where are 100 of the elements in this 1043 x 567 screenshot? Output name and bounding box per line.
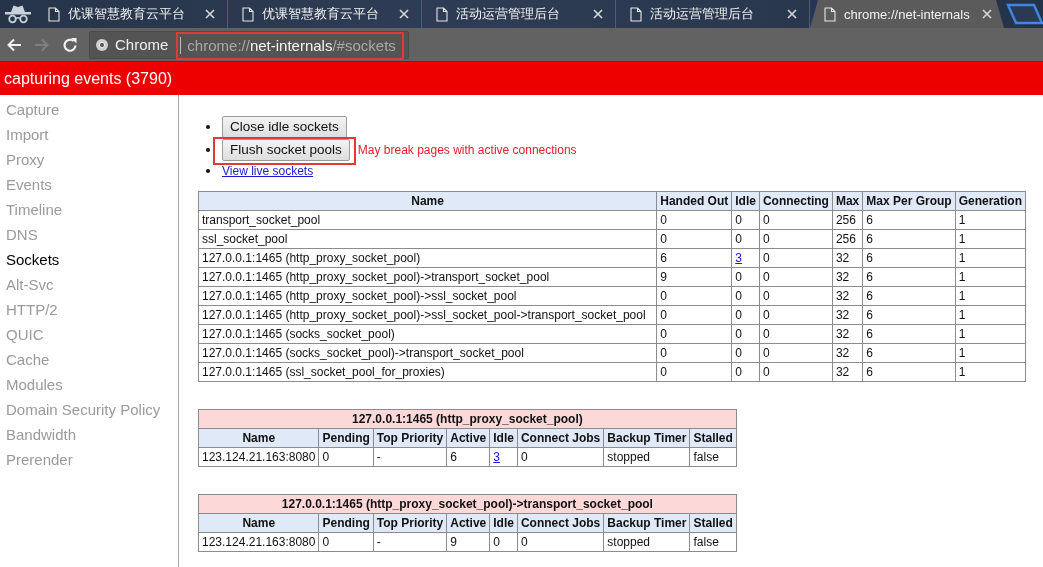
table-cell: transport_socket_pool	[198, 210, 657, 230]
table-cell: 0	[731, 286, 760, 306]
column-header: Name	[198, 513, 319, 533]
table-cell: 0	[759, 324, 833, 344]
view-link[interactable]: View live sockets	[222, 164, 314, 178]
table-cell: 0	[656, 343, 732, 363]
sidebar-item[interactable]: Timeline	[0, 197, 178, 222]
table-cell: 127.0.0.1:1465 (http_proxy_socket_pool)->transport_socket_pool	[198, 267, 657, 287]
table-cell: 6	[446, 447, 490, 467]
table-cell: 0	[731, 324, 760, 344]
column-header: Name	[198, 191, 657, 211]
table-cell: 9	[446, 532, 490, 552]
address-bar[interactable]: Chrome chrome://net-internals/#sockets	[89, 30, 409, 59]
table-cell: 1	[955, 248, 1026, 268]
action-button[interactable]: Flush socket pools	[222, 138, 350, 161]
table-cell: 0	[318, 532, 374, 552]
sidebar-item[interactable]: QUIC	[0, 322, 178, 347]
action-button[interactable]: Close idle sockets	[222, 115, 347, 138]
table-cell: 1	[955, 362, 1026, 382]
table-cell: 9	[656, 267, 732, 287]
table-cell: -	[373, 447, 447, 467]
table-cell: 6	[862, 343, 956, 363]
table-cell: 1	[955, 305, 1026, 325]
table-cell: 1	[955, 229, 1026, 249]
sidebar-item[interactable]: Import	[0, 122, 178, 147]
sidebar-item[interactable]: Alt-Svc	[0, 272, 178, 297]
table-cell: 127.0.0.1:1465 (socks_socket_pool)->transport_socket_pool	[198, 343, 657, 363]
table-cell: 0	[731, 362, 760, 382]
banner-text: capturing events (3790)	[4, 69, 173, 88]
table-cell: 0	[656, 324, 732, 344]
table-cell: false	[689, 532, 737, 552]
page-icon	[630, 6, 642, 22]
table-cell: 0	[759, 267, 833, 287]
column-header: Idle	[731, 191, 760, 211]
table-cell: 0	[731, 267, 760, 287]
page-icon	[824, 6, 836, 22]
table-cell: 6	[862, 305, 956, 325]
table-cell: 0	[759, 305, 833, 325]
back-icon[interactable]	[6, 36, 22, 53]
page-icon	[436, 6, 448, 22]
close-icon[interactable]	[399, 9, 409, 19]
browser-logo-icon	[96, 38, 108, 51]
cell-link[interactable]: 3	[735, 250, 742, 265]
column-header: Name	[198, 428, 319, 448]
column-header: Max Per Group	[862, 191, 956, 211]
column-header: Connecting	[759, 191, 833, 211]
column-header: Generation	[955, 191, 1026, 211]
sidebar-item[interactable]: Events	[0, 172, 178, 197]
sidebar-item[interactable]: Bandwidth	[0, 422, 178, 447]
table-cell: 0	[731, 305, 760, 325]
new-tab-button[interactable]	[1006, 3, 1043, 25]
warning-text: May break pages with active connections	[357, 142, 577, 157]
table-cell: 32	[832, 362, 863, 382]
table-cell: 0	[759, 210, 833, 230]
table-cell: 0	[656, 362, 732, 382]
table-cell: -	[373, 532, 447, 552]
sidebar-item[interactable]: Cache	[0, 347, 178, 372]
bullet-icon	[206, 147, 210, 152]
table-cell: 6	[862, 229, 956, 249]
table-cell: 1	[955, 210, 1026, 230]
table-cell: 1	[955, 286, 1026, 306]
column-header: Handed Out	[656, 191, 732, 211]
sidebar-item[interactable]: DNS	[0, 222, 178, 247]
table-cell: stopped	[603, 447, 690, 467]
sidebar-item[interactable]: Domain Security Policy	[0, 397, 178, 422]
close-icon[interactable]	[787, 9, 797, 19]
bullet-icon	[206, 124, 210, 129]
table-cell: 0	[731, 210, 760, 230]
close-icon[interactable]	[205, 9, 215, 19]
sidebar-item[interactable]: Modules	[0, 372, 178, 397]
table-cell: 0	[318, 447, 374, 467]
reload-icon[interactable]	[62, 36, 78, 53]
table-cell: 6	[862, 286, 956, 306]
table-cell: 0	[517, 532, 604, 552]
cell-link[interactable]: 3	[493, 449, 500, 464]
table-cell: 0	[517, 447, 604, 467]
table-title: 127.0.0.1:1465 (http_proxy_socket_pool)->transport_socket_pool	[198, 494, 737, 514]
table-cell: 0	[759, 248, 833, 268]
browser-tab[interactable]: chrome://net-internals	[810, 0, 1004, 28]
table-cell: 0	[489, 532, 518, 552]
url-text[interactable]: chrome://net-internals/#sockets	[187, 37, 396, 54]
table-cell: 6	[862, 267, 956, 287]
site-chip-label: Chrome	[115, 36, 169, 53]
close-icon[interactable]	[593, 9, 603, 19]
hat-glasses-icon	[4, 4, 32, 24]
sidebar-item[interactable]: HTTP/2	[0, 297, 178, 322]
page-icon	[48, 6, 60, 22]
table-cell: 1	[955, 267, 1026, 287]
table-cell: 1	[955, 324, 1026, 344]
table-cell: 1	[955, 343, 1026, 363]
table-cell: 127.0.0.1:1465 (http_proxy_socket_pool)	[198, 248, 657, 268]
sidebar-item[interactable]: Proxy	[0, 147, 178, 172]
sidebar-item[interactable]: Sockets	[0, 247, 178, 272]
sidebar-item[interactable]: Capture	[0, 97, 178, 122]
sidebar-item[interactable]: Prerender	[0, 447, 178, 472]
table-cell: 0	[656, 305, 732, 325]
table-cell: 0	[731, 229, 760, 249]
table-cell: 0	[759, 229, 833, 249]
table-cell: 6	[656, 248, 732, 268]
close-icon[interactable]	[982, 9, 992, 19]
